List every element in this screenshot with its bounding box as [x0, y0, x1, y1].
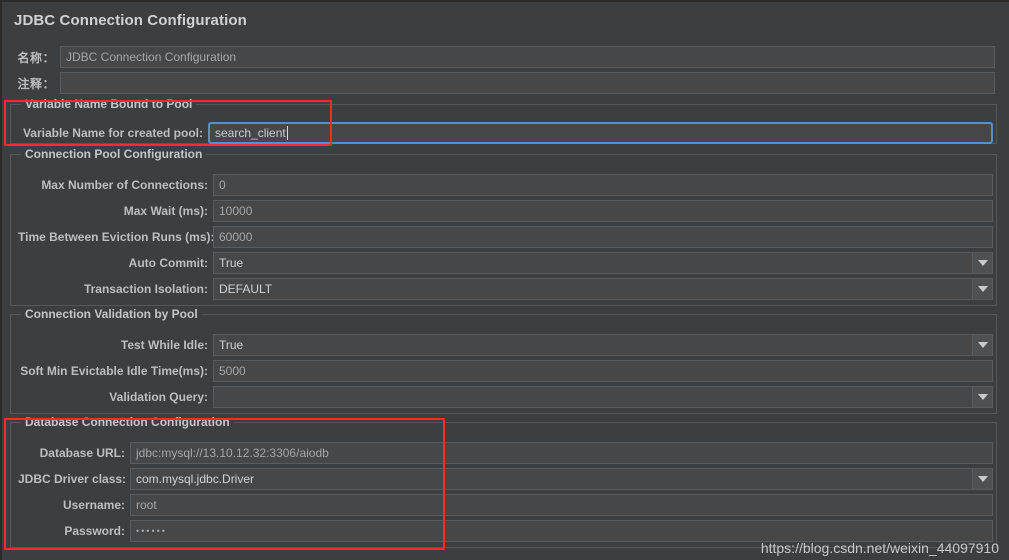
- password-row: Password: ••••••: [18, 520, 993, 542]
- max-wait-input[interactable]: 10000: [213, 200, 993, 222]
- name-input[interactable]: JDBC Connection Configuration: [60, 46, 995, 68]
- transaction-isolation-value: DEFAULT: [219, 282, 273, 296]
- soft-min-evictable-row: Soft Min Evictable Idle Time(ms): 5000: [18, 360, 993, 382]
- chevron-down-icon[interactable]: [972, 335, 992, 355]
- password-input[interactable]: ••••••: [130, 520, 993, 542]
- variable-name-row: Variable Name for created pool: search_c…: [18, 122, 993, 144]
- panel-title-bar: JDBC Connection Configuration: [2, 2, 1009, 38]
- variable-name-label: Variable Name for created pool:: [22, 126, 203, 140]
- page-title: JDBC Connection Configuration: [14, 11, 247, 29]
- username-label: Username:: [62, 498, 125, 512]
- transaction-isolation-row: Transaction Isolation: DEFAULT: [18, 278, 993, 300]
- variable-name-input[interactable]: search_client: [208, 122, 993, 144]
- max-connections-row: Max Number of Connections: 0: [18, 174, 993, 196]
- jdbc-connection-configuration-panel: JDBC Connection Configuration 名称： JDBC C…: [0, 0, 1009, 560]
- eviction-runs-row: Time Between Eviction Runs (ms): 60000: [18, 226, 993, 248]
- database-url-row: Database URL: jdbc:mysql://13.10.12.32:3…: [18, 442, 993, 464]
- name-label: 名称：: [17, 50, 55, 65]
- username-row: Username: root: [18, 494, 993, 516]
- validation-query-row: Validation Query:: [18, 386, 993, 408]
- max-wait-row: Max Wait (ms): 10000: [18, 200, 993, 222]
- max-connections-label: Max Number of Connections:: [41, 178, 208, 192]
- test-while-idle-value: True: [219, 338, 244, 352]
- transaction-isolation-select[interactable]: DEFAULT: [213, 278, 993, 300]
- chevron-down-icon[interactable]: [972, 279, 992, 299]
- jdbc-driver-class-label: JDBC Driver class:: [18, 472, 127, 486]
- max-wait-label: Max Wait (ms):: [123, 204, 208, 218]
- chevron-down-icon[interactable]: [972, 253, 992, 273]
- test-while-idle-select[interactable]: True: [213, 334, 993, 356]
- chevron-down-icon[interactable]: [972, 387, 992, 407]
- jdbc-driver-class-value: com.mysql.jdbc.Driver: [136, 472, 255, 486]
- group-variable-name-title: Variable Name Bound to Pool: [21, 97, 197, 111]
- test-while-idle-row: Test While Idle: True: [18, 334, 993, 356]
- auto-commit-label: Auto Commit:: [128, 256, 208, 270]
- comment-label: 注释：: [17, 76, 55, 91]
- test-while-idle-label: Test While Idle:: [120, 338, 208, 352]
- auto-commit-value: True: [219, 256, 244, 270]
- auto-commit-select[interactable]: True: [213, 252, 993, 274]
- jdbc-driver-class-row: JDBC Driver class: com.mysql.jdbc.Driver: [18, 468, 993, 490]
- soft-min-evictable-input[interactable]: 5000: [213, 360, 993, 382]
- text-caret: [286, 126, 288, 140]
- chevron-down-icon[interactable]: [972, 469, 992, 489]
- soft-min-evictable-label: Soft Min Evictable Idle Time(ms):: [20, 364, 208, 378]
- transaction-isolation-label: Transaction Isolation:: [83, 282, 208, 296]
- eviction-runs-label: Time Between Eviction Runs (ms):: [18, 230, 215, 244]
- group-connection-pool-title: Connection Pool Configuration: [21, 147, 207, 161]
- database-url-input[interactable]: jdbc:mysql://13.10.12.32:3306/aiodb: [130, 442, 993, 464]
- group-database-connection-title: Database Connection Configuration: [21, 415, 234, 429]
- eviction-runs-input[interactable]: 60000: [213, 226, 993, 248]
- group-connection-validation-title: Connection Validation by Pool: [21, 307, 202, 321]
- validation-query-label: Validation Query:: [109, 390, 208, 404]
- watermark-text: https://blog.csdn.net/weixin_44097910: [760, 540, 999, 556]
- name-row: 名称： JDBC Connection Configuration: [12, 46, 997, 68]
- auto-commit-row: Auto Commit: True: [18, 252, 993, 274]
- password-label: Password:: [64, 524, 125, 538]
- validation-query-select[interactable]: [213, 386, 993, 408]
- username-input[interactable]: root: [130, 494, 993, 516]
- max-connections-input[interactable]: 0: [213, 174, 993, 196]
- variable-name-value: search_client: [215, 126, 286, 140]
- comment-input[interactable]: [60, 72, 995, 94]
- jdbc-driver-class-select[interactable]: com.mysql.jdbc.Driver: [130, 468, 993, 490]
- comment-row: 注释：: [12, 72, 997, 94]
- database-url-label: Database URL:: [39, 446, 125, 460]
